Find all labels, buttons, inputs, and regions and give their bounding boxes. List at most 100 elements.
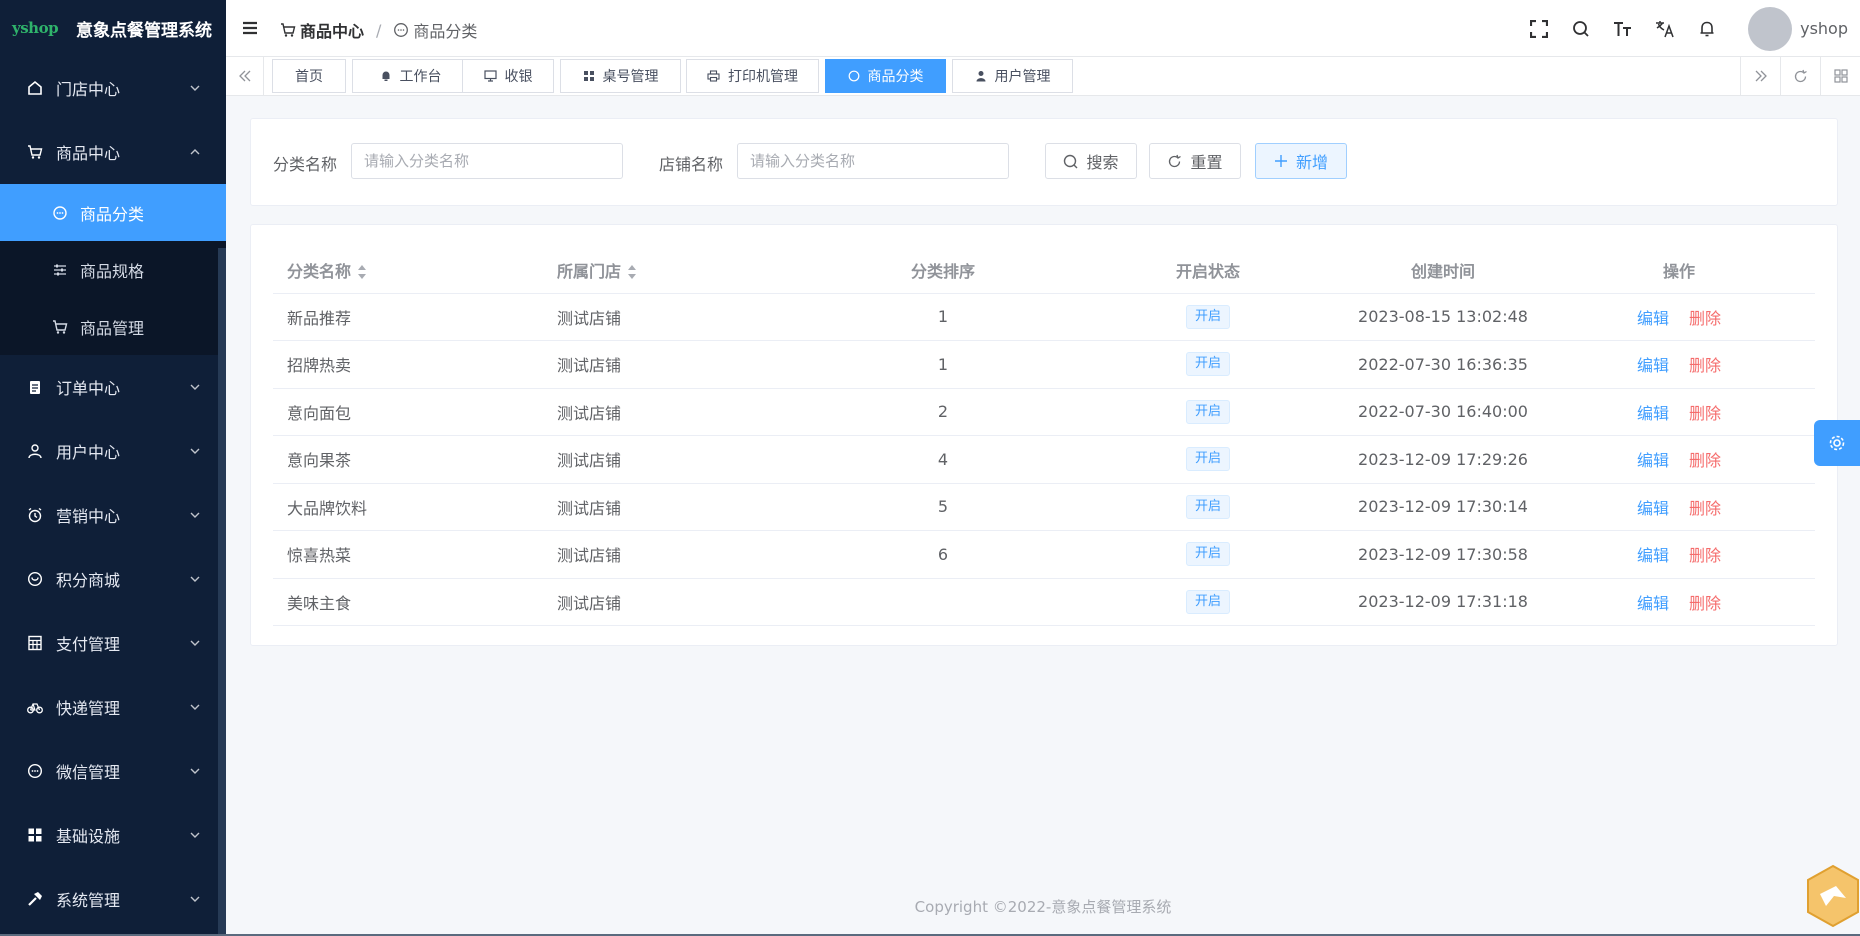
chevron-up-icon bbox=[190, 149, 200, 155]
alarm-clock-icon bbox=[26, 506, 44, 524]
sidebar-item-payment[interactable]: 支付管理 bbox=[0, 611, 226, 675]
sidebar-item-store-center[interactable]: 门店中心 bbox=[0, 56, 226, 120]
search-button-label: 搜索 bbox=[1086, 153, 1119, 172]
reset-button[interactable]: 重置 bbox=[1149, 143, 1241, 179]
tab-user-manage[interactable]: 用户管理 bbox=[952, 59, 1073, 93]
cart-icon bbox=[52, 319, 68, 335]
category-name-input[interactable] bbox=[351, 143, 623, 179]
logo: yshop bbox=[12, 19, 59, 37]
tab-table-manage[interactable]: 桌号管理 bbox=[560, 59, 681, 93]
add-button[interactable]: 新增 bbox=[1255, 143, 1347, 179]
delete-link[interactable]: 删除 bbox=[1689, 309, 1721, 328]
sort-cell: 4 bbox=[813, 435, 1073, 484]
store-cell: 测试店铺 bbox=[543, 483, 813, 531]
delete-link[interactable]: 删除 bbox=[1689, 499, 1721, 518]
table-row: 美味主食 测试店铺 开启 2023-12-09 17:31:18 编辑 删除 bbox=[273, 578, 1815, 626]
tabs-scroll-left-button[interactable] bbox=[226, 57, 264, 95]
breadcrumb-separator: / bbox=[376, 20, 382, 40]
sidebar-item-label: 基础设施 bbox=[56, 827, 121, 846]
sort-cell bbox=[813, 578, 1073, 626]
store-cell: 测试店铺 bbox=[543, 530, 813, 579]
column-header-store[interactable]: 所属门店 bbox=[543, 247, 813, 294]
menu-toggle-icon[interactable] bbox=[240, 18, 260, 38]
edit-link[interactable]: 编辑 bbox=[1637, 499, 1669, 518]
category-name-cell: 意向面包 bbox=[273, 388, 543, 436]
category-name-cell: 惊喜热菜 bbox=[273, 530, 543, 579]
sort-cell: 5 bbox=[813, 483, 1073, 531]
theme-settings-button[interactable] bbox=[1814, 420, 1860, 466]
chevron-down-icon bbox=[190, 576, 200, 582]
avatar[interactable] bbox=[1748, 6, 1793, 51]
sidebar-subitem-label: 商品分类 bbox=[80, 204, 145, 224]
user-icon bbox=[26, 442, 44, 460]
tab-workbench[interactable]: 工作台 bbox=[352, 59, 469, 93]
delete-link[interactable]: 删除 bbox=[1689, 546, 1721, 565]
sliders-icon bbox=[52, 262, 68, 278]
column-header-label: 分类名称 bbox=[287, 261, 352, 281]
tab-label: 用户管理 bbox=[994, 69, 1051, 85]
category-name-cell: 招牌热卖 bbox=[273, 340, 543, 389]
tab-printer-manage[interactable]: 打印机管理 bbox=[686, 59, 819, 93]
delete-link[interactable]: 删除 bbox=[1689, 594, 1721, 613]
edit-link[interactable]: 编辑 bbox=[1637, 451, 1669, 470]
sidebar-item-wechat[interactable]: 微信管理 bbox=[0, 739, 226, 803]
sidebar-subitem-product-category[interactable]: 商品分类 bbox=[0, 184, 226, 241]
monitor-icon bbox=[483, 70, 497, 82]
store-cell: 测试店铺 bbox=[543, 388, 813, 436]
chevron-down-icon bbox=[190, 512, 200, 518]
sidebar-item-points-mall[interactable]: 积分商城 bbox=[0, 547, 226, 611]
delete-link[interactable]: 删除 bbox=[1689, 356, 1721, 375]
sidebar-subitem-product-manage[interactable]: 商品管理 bbox=[0, 298, 226, 355]
store-cell: 测试店铺 bbox=[543, 435, 813, 484]
actions-cell: 编辑 删除 bbox=[1543, 530, 1815, 579]
username[interactable]: yshop bbox=[1800, 19, 1848, 38]
sort-icon[interactable] bbox=[357, 265, 367, 280]
search-button[interactable]: 搜索 bbox=[1045, 143, 1137, 179]
chat-icon bbox=[394, 23, 409, 37]
language-button[interactable] bbox=[1644, 0, 1686, 57]
notification-button[interactable] bbox=[1686, 0, 1728, 57]
category-table-card: 分类名称 所属门店 分类排序 开启状态 创建时间 操作 新品推荐 测试店铺 1 开启 2… bbox=[250, 224, 1838, 646]
sidebar-item-marketing-center[interactable]: 营销中心 bbox=[0, 483, 226, 547]
tab-product-category[interactable]: 商品分类 bbox=[825, 59, 946, 93]
table-row: 意向面包 测试店铺 2 开启 2022-07-30 16:40:00 编辑 删除 bbox=[273, 388, 1815, 436]
add-button-label: 新增 bbox=[1295, 153, 1328, 172]
store-name-input[interactable] bbox=[737, 143, 1009, 179]
assistant-bird-icon[interactable] bbox=[1806, 864, 1860, 928]
edit-link[interactable]: 编辑 bbox=[1637, 404, 1669, 423]
tab-label: 商品分类 bbox=[867, 69, 924, 85]
sidebar-item-label: 营销中心 bbox=[56, 507, 121, 526]
fullscreen-button[interactable] bbox=[1518, 0, 1560, 57]
sidebar-item-infrastructure[interactable]: 基础设施 bbox=[0, 803, 226, 867]
plus-icon bbox=[1274, 155, 1287, 167]
chevron-down-icon bbox=[190, 85, 200, 91]
sidebar-item-system[interactable]: 系统管理 bbox=[0, 867, 226, 931]
column-header-name[interactable]: 分类名称 bbox=[273, 247, 543, 294]
sidebar-item-order-center[interactable]: 订单中心 bbox=[0, 355, 226, 419]
search-button[interactable] bbox=[1560, 0, 1602, 57]
tab-home[interactable]: 首页 bbox=[272, 59, 346, 93]
tab-menu-button[interactable] bbox=[1820, 57, 1860, 95]
sidebar-item-product-center[interactable]: 商品中心 bbox=[0, 120, 226, 184]
delete-link[interactable]: 删除 bbox=[1689, 451, 1721, 470]
tab-cashier[interactable]: 收银 bbox=[462, 59, 554, 93]
delete-link[interactable]: 删除 bbox=[1689, 404, 1721, 423]
tab-label: 工作台 bbox=[399, 69, 442, 85]
breadcrumb-item-product-center[interactable]: 商品中心 bbox=[280, 18, 364, 42]
sidebar-subitem-product-spec[interactable]: 商品规格 bbox=[0, 241, 226, 298]
edit-link[interactable]: 编辑 bbox=[1637, 546, 1669, 565]
font-size-button[interactable] bbox=[1602, 0, 1644, 57]
status-cell: 开启 bbox=[1073, 340, 1343, 389]
edit-link[interactable]: 编辑 bbox=[1637, 309, 1669, 328]
sidebar-item-label: 快递管理 bbox=[56, 699, 121, 718]
status-badge: 开启 bbox=[1185, 589, 1230, 614]
sort-cell: 6 bbox=[813, 530, 1073, 579]
sort-icon[interactable] bbox=[627, 265, 637, 280]
grid-icon bbox=[583, 71, 594, 81]
tabs-scroll-right-button[interactable] bbox=[1740, 57, 1780, 95]
sidebar-item-user-center[interactable]: 用户中心 bbox=[0, 419, 226, 483]
sidebar-item-express[interactable]: 快递管理 bbox=[0, 675, 226, 739]
edit-link[interactable]: 编辑 bbox=[1637, 594, 1669, 613]
refresh-tab-button[interactable] bbox=[1780, 57, 1820, 95]
edit-link[interactable]: 编辑 bbox=[1637, 356, 1669, 375]
